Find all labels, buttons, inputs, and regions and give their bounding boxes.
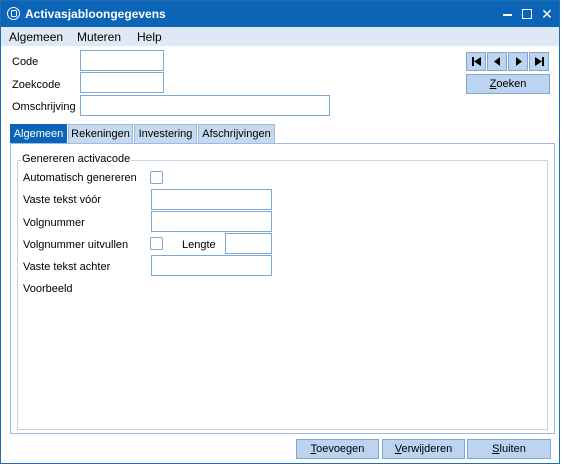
omschrijving-label: Omschrijving xyxy=(12,101,76,113)
verwijderen-label: erwijderen xyxy=(401,443,453,455)
tab-panel-algemeen: Genereren activacode Automatisch generer… xyxy=(10,143,555,434)
volgnummer-input[interactable] xyxy=(151,211,272,232)
tab-algemeen[interactable]: Algemeen xyxy=(10,124,67,144)
first-record-button[interactable] xyxy=(466,52,486,71)
omschrijving-input[interactable] xyxy=(80,95,330,116)
maximize-icon xyxy=(522,8,532,19)
next-record-button[interactable] xyxy=(508,52,528,71)
toevoegen-button[interactable]: Toevoegen xyxy=(296,439,379,459)
volgnummer-label: Volgnummer xyxy=(23,217,85,229)
automatisch-genereren-checkbox[interactable] xyxy=(150,171,163,184)
first-record-icon xyxy=(472,57,481,66)
group-title: Genereren activacode xyxy=(21,153,132,165)
code-input[interactable] xyxy=(80,50,164,71)
voorbeeld-label: Voorbeeld xyxy=(23,283,73,295)
title-bar[interactable]: Activasjabloongegevens ✕ xyxy=(1,1,559,27)
last-record-button[interactable] xyxy=(529,52,549,71)
menu-help[interactable]: Help xyxy=(137,30,162,44)
sluiten-label: luiten xyxy=(499,443,526,455)
zoekcode-input[interactable] xyxy=(80,72,164,93)
zoekcode-label: Zoekcode xyxy=(12,79,61,91)
app-icon xyxy=(7,7,20,20)
verwijderen-button[interactable]: Verwijderen xyxy=(382,439,465,459)
previous-record-icon xyxy=(494,57,500,66)
last-record-icon xyxy=(535,57,544,66)
close-icon: ✕ xyxy=(541,6,553,22)
dialog-window: Activasjabloongegevens ✕ Algemeen Mutere… xyxy=(0,0,560,464)
maximize-button[interactable] xyxy=(517,4,537,24)
tab-afschrijvingen[interactable]: Afschrijvingen xyxy=(198,124,275,143)
menu-muteren[interactable]: Muteren xyxy=(77,30,121,44)
next-record-icon xyxy=(516,57,522,66)
menu-algemeen[interactable]: Algemeen xyxy=(9,30,63,44)
code-label: Code xyxy=(12,56,39,68)
tab-investering[interactable]: Investering xyxy=(134,124,197,143)
zoeken-label: oeken xyxy=(496,78,527,90)
menu-bar: Algemeen Muteren Help xyxy=(1,27,559,46)
automatisch-genereren-label: Automatisch genereren xyxy=(23,172,137,184)
vaste-tekst-voor-input[interactable] xyxy=(151,189,272,210)
previous-record-button[interactable] xyxy=(487,52,507,71)
vaste-tekst-achter-input[interactable] xyxy=(151,255,272,276)
lengte-label: Lengte xyxy=(182,239,216,251)
lengte-input[interactable] xyxy=(225,233,272,254)
minimize-icon xyxy=(502,13,512,16)
volgnummer-uitvullen-label: Volgnummer uitvullen xyxy=(23,239,129,251)
close-button[interactable]: ✕ xyxy=(537,4,557,24)
vaste-tekst-voor-label: Vaste tekst vóór xyxy=(23,194,102,206)
minimize-button[interactable] xyxy=(497,4,517,24)
vaste-tekst-achter-label: Vaste tekst achter xyxy=(23,261,111,273)
sluiten-button[interactable]: Sluiten xyxy=(467,439,551,459)
volgnummer-uitvullen-checkbox[interactable] xyxy=(150,237,163,250)
sluiten-mnemonic: S xyxy=(492,443,500,455)
window-title: Activasjabloongegevens xyxy=(25,7,166,21)
zoeken-button[interactable]: Zoeken xyxy=(466,74,550,94)
tab-rekeningen[interactable]: Rekeningen xyxy=(68,124,133,143)
toevoegen-label: oevoegen xyxy=(316,443,365,455)
